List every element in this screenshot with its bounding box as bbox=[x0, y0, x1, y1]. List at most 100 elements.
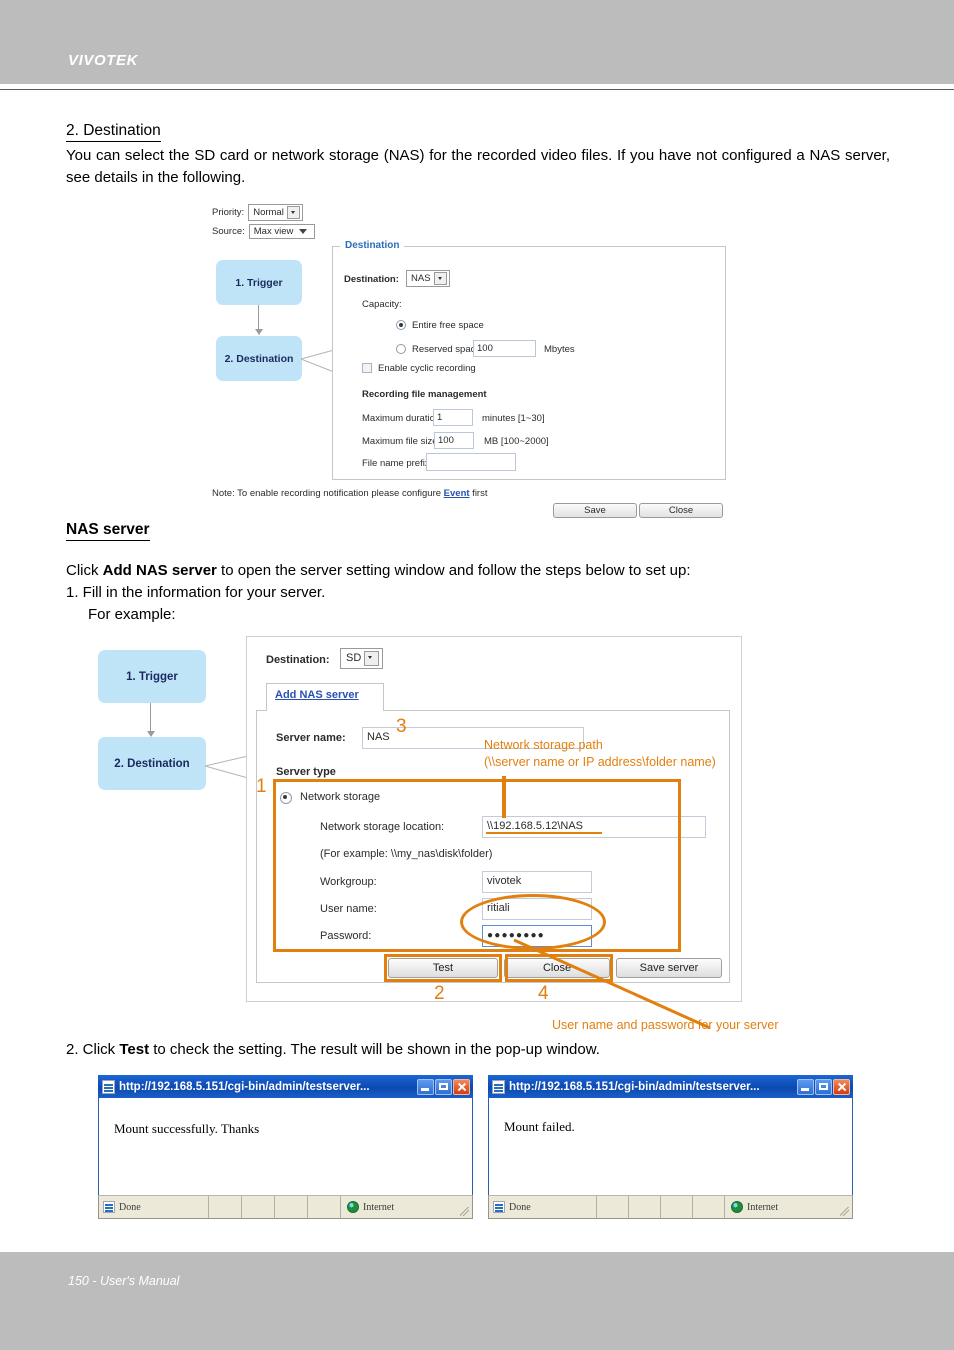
flow2-connector bbox=[204, 755, 249, 779]
tab-seam bbox=[267, 709, 383, 712]
destination-group-legend: Destination bbox=[340, 240, 405, 251]
popup-title-success: http://192.168.5.151/cgi-bin/admin/tests… bbox=[119, 1080, 370, 1093]
priority-select[interactable]: Normal bbox=[248, 204, 303, 221]
destination-field-label: Destination: bbox=[344, 274, 399, 285]
status-cell-spacer-1 bbox=[209, 1196, 242, 1218]
popup-window-success: http://192.168.5.151/cgi-bin/admin/tests… bbox=[98, 1075, 473, 1219]
flow-step-trigger[interactable]: 1. Trigger bbox=[216, 260, 302, 305]
save-button[interactable]: Save bbox=[553, 503, 637, 518]
flow2-arrow-line bbox=[150, 703, 152, 733]
source-select[interactable]: Max view bbox=[248, 224, 316, 239]
popup-window-failed: http://192.168.5.151/cgi-bin/admin/tests… bbox=[488, 1075, 853, 1219]
max-file-size-unit: MB [100~2000] bbox=[484, 436, 549, 447]
max-duration-label: Maximum duration: bbox=[362, 413, 443, 424]
status-cell-spacer-2 bbox=[629, 1196, 661, 1218]
status-done-cell: Done bbox=[489, 1196, 597, 1218]
step2-paragraph: 2. Click Test to check the setting. The … bbox=[66, 1039, 896, 1061]
step2-bold: Test bbox=[119, 1041, 150, 1058]
destination2-select[interactable]: SD bbox=[340, 648, 384, 669]
annotation-rect-test-button bbox=[384, 954, 502, 982]
status-zone-label: Internet bbox=[363, 1201, 395, 1213]
page-status-icon bbox=[493, 1201, 505, 1213]
close-icon[interactable] bbox=[453, 1078, 470, 1095]
status-zone-label: Internet bbox=[747, 1201, 779, 1213]
reserved-space-input[interactable]: 100 bbox=[473, 340, 536, 357]
popup-message-failed: Mount failed. bbox=[504, 1119, 575, 1134]
popup-body-success bbox=[98, 1098, 473, 1195]
priority-label: Priority: bbox=[212, 207, 245, 218]
annotation-network-path-note-line1: Network storage path bbox=[484, 738, 603, 752]
minimize-icon[interactable] bbox=[417, 1078, 434, 1095]
max-file-size-label: Maximum file size: bbox=[362, 436, 441, 447]
page-status-icon bbox=[103, 1201, 115, 1213]
recording-note: Note: To enable recording notification p… bbox=[212, 488, 488, 499]
resize-grip[interactable] bbox=[840, 1207, 849, 1216]
figure-destination-panel: Priority: Normal Source: Max view 1. Trigg… bbox=[206, 198, 746, 498]
globe-icon bbox=[347, 1201, 359, 1213]
figure-add-nas-server: 1. Trigger 2. Destination Destination: S… bbox=[90, 636, 890, 1036]
popup-statusbar-failed: Done Internet bbox=[488, 1195, 853, 1219]
chevron-down-icon[interactable] bbox=[364, 651, 380, 666]
max-duration-input[interactable]: 1 bbox=[433, 409, 473, 426]
popup-body-failed bbox=[488, 1098, 853, 1195]
page-footer-band bbox=[0, 1252, 954, 1350]
close-button[interactable]: Close bbox=[639, 503, 723, 518]
destination-select[interactable]: NAS bbox=[406, 270, 450, 287]
file-name-prefix-input[interactable] bbox=[426, 453, 516, 471]
popup-titlebar-failed[interactable]: http://192.168.5.151/cgi-bin/admin/tests… bbox=[488, 1075, 853, 1098]
section-heading-nas-server: NAS server bbox=[66, 521, 150, 541]
radio-reserved-space[interactable] bbox=[396, 344, 406, 354]
annotation-network-path-note-line2: (\\server name or IP address\folder name… bbox=[484, 755, 716, 769]
destination-select-row: NAS bbox=[406, 270, 450, 287]
status-done-label: Done bbox=[119, 1201, 141, 1213]
server-name-label: Server name: bbox=[276, 732, 346, 744]
nas-server-instructions: Click Add NAS server to open the server … bbox=[66, 560, 896, 626]
source-label: Source: bbox=[212, 226, 245, 237]
popup-statusbar-success: Done Internet bbox=[98, 1195, 473, 1219]
window-controls bbox=[417, 1078, 470, 1095]
section-heading-destination: 2. Destination bbox=[66, 122, 161, 142]
popup-titlebar-success[interactable]: http://192.168.5.151/cgi-bin/admin/tests… bbox=[98, 1075, 473, 1098]
popup-title-failed: http://192.168.5.151/cgi-bin/admin/tests… bbox=[509, 1080, 760, 1093]
annotation-credentials-note: User name and password for your server bbox=[552, 1018, 779, 1032]
reserved-space-unit: Mbytes bbox=[544, 344, 575, 355]
status-done-label: Done bbox=[509, 1201, 531, 1213]
page-icon bbox=[102, 1079, 115, 1094]
status-cell-spacer-3 bbox=[275, 1196, 308, 1218]
minimize-icon[interactable] bbox=[797, 1078, 814, 1095]
recording-note-suffix: first bbox=[469, 488, 488, 499]
window-controls bbox=[797, 1078, 850, 1095]
status-zone-cell: Internet bbox=[341, 1196, 472, 1218]
page-footer-label: 150 - User's Manual bbox=[68, 1274, 180, 1288]
server-type-label: Server type bbox=[276, 766, 336, 778]
checkbox-enable-cyclic-recording[interactable] bbox=[362, 363, 372, 373]
status-cell-spacer-4 bbox=[308, 1196, 341, 1218]
flow-step-trigger-label: 1. Trigger bbox=[235, 276, 283, 289]
flow2-step-trigger[interactable]: 1. Trigger bbox=[98, 650, 206, 703]
nas-step-1-example: For example: bbox=[88, 606, 176, 623]
resize-grip[interactable] bbox=[460, 1207, 469, 1216]
annotation-number-3: 3 bbox=[396, 716, 407, 737]
popup-message-success: Mount successfully. Thanks bbox=[114, 1121, 260, 1136]
step2-prefix: 2. Click bbox=[66, 1041, 120, 1058]
chevron-down-icon[interactable] bbox=[433, 272, 447, 285]
annotation-number-1: 1 bbox=[256, 776, 267, 797]
max-file-size-input[interactable]: 100 bbox=[434, 432, 474, 449]
entire-free-space-label: Entire free space bbox=[412, 320, 484, 331]
maximize-icon[interactable] bbox=[815, 1078, 832, 1095]
status-done-cell: Done bbox=[99, 1196, 209, 1218]
step2-suffix: to check the setting. The result will be… bbox=[149, 1041, 600, 1058]
destination2-select-row: SD bbox=[340, 648, 384, 669]
page-header-band bbox=[0, 0, 954, 84]
status-zone-cell: Internet bbox=[725, 1196, 852, 1218]
close-icon[interactable] bbox=[833, 1078, 850, 1095]
flow2-step-destination[interactable]: 2. Destination bbox=[98, 737, 206, 790]
chevron-down-icon[interactable] bbox=[286, 206, 300, 219]
event-link[interactable]: Event bbox=[444, 488, 470, 499]
radio-entire-free-space[interactable] bbox=[396, 320, 406, 330]
recording-file-management-heading: Recording file management bbox=[362, 389, 487, 400]
source-row: Source: Max view bbox=[212, 224, 316, 239]
maximize-icon[interactable] bbox=[435, 1078, 452, 1095]
nas-step-1: 1. Fill in the information for your serv… bbox=[66, 584, 326, 601]
flow-step-destination[interactable]: 2. Destination bbox=[216, 336, 302, 381]
